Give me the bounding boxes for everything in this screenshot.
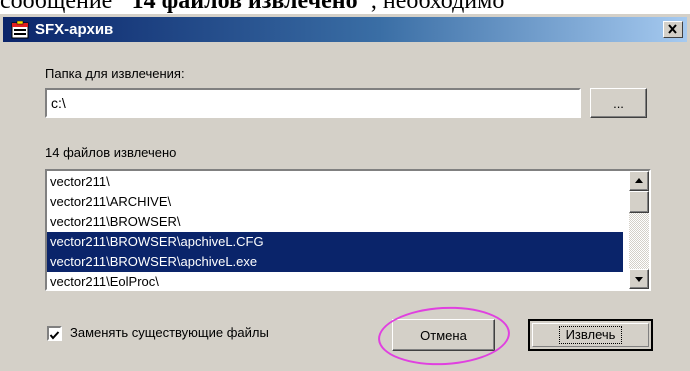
- document-trailing-text: , необходимо: [370, 0, 505, 14]
- scroll-down-button[interactable]: [629, 269, 649, 289]
- file-list-item[interactable]: vector211\BROWSER\: [47, 212, 623, 232]
- folder-path-input[interactable]: [45, 88, 581, 118]
- file-list-item[interactable]: vector211\EolProc\: [47, 272, 623, 289]
- folder-label: Папка для извлечения:: [45, 66, 185, 81]
- extracted-count-label: 14 файлов извлечено: [45, 145, 177, 160]
- file-list-rows: vector211\ vector211\ARCHIVE\ vector211\BR…: [47, 172, 623, 289]
- file-list-item[interactable]: vector211\BROWSER\apchiveL.exe: [47, 252, 623, 272]
- replace-files-label[interactable]: Заменять существующие файлы: [70, 325, 269, 340]
- file-list[interactable]: vector211\ vector211\ARCHIVE\ vector211\BR…: [45, 169, 651, 291]
- checkmark-icon: [49, 331, 60, 340]
- document-leading-text: сообщение: [0, 0, 119, 14]
- scroll-up-button[interactable]: [629, 171, 649, 191]
- cancel-button[interactable]: Отмена: [392, 319, 495, 351]
- extract-button-label: Извлечь: [558, 326, 623, 344]
- document-bold-text: "14 файлов извлечено": [118, 0, 371, 14]
- sfx-archive-icon: [11, 20, 29, 39]
- file-list-item[interactable]: vector211\ARCHIVE\: [47, 192, 623, 212]
- arrow-up-icon: [635, 178, 643, 183]
- window-title: SFX-архив: [35, 21, 114, 38]
- extract-button-face: Извлечь: [532, 323, 649, 347]
- browse-button-label: ...: [613, 95, 624, 111]
- file-list-scrollbar[interactable]: [629, 171, 649, 289]
- extract-button[interactable]: Извлечь: [528, 319, 653, 351]
- file-list-item[interactable]: vector211\BROWSER\apchiveL.CFG: [47, 232, 623, 252]
- document-text-strip: сообщение "14 файлов извлечено", необход…: [0, 0, 690, 14]
- file-list-item[interactable]: vector211\: [47, 172, 623, 192]
- sfx-archive-dialog: SFX-архив Папка для извлечения: ... 14 ф…: [0, 14, 690, 371]
- document-sentence: сообщение "14 файлов извлечено", необход…: [0, 0, 504, 14]
- browse-button[interactable]: ...: [590, 88, 647, 118]
- arrow-down-icon: [635, 277, 643, 282]
- close-icon: [668, 24, 677, 34]
- cancel-button-label: Отмена: [420, 327, 467, 343]
- close-button[interactable]: [663, 21, 683, 38]
- replace-files-checkbox[interactable]: [47, 326, 62, 341]
- scroll-thumb[interactable]: [629, 191, 649, 213]
- title-bar[interactable]: SFX-архив: [3, 17, 687, 42]
